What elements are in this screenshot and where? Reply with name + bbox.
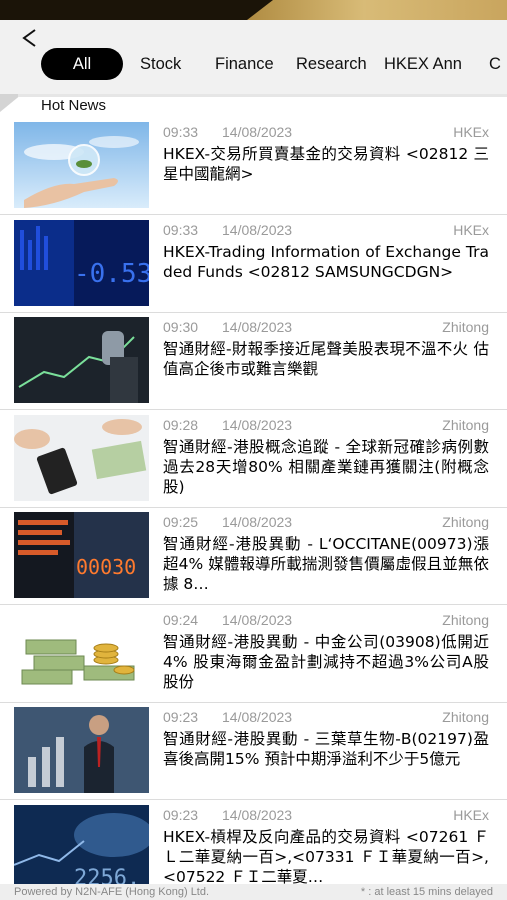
news-meta: 09:28 14/08/2023 Zhitong <box>163 417 489 435</box>
news-date: 14/08/2023 <box>222 806 293 823</box>
svg-text:-0.53: -0.53 <box>74 259 149 289</box>
section-title: Hot News <box>41 97 107 114</box>
news-source: Zhitong <box>442 319 489 335</box>
news-thumbnail <box>14 317 149 403</box>
news-title[interactable]: 智通財經-港股異動 - 中金公司(03908)低開近4% 股東海爾金盈計劃減持不… <box>163 632 489 692</box>
news-title[interactable]: HKEX-Trading Information of Exchange Tra… <box>163 242 489 282</box>
news-time: 09:30 <box>163 319 199 335</box>
news-time: 09:24 <box>163 611 199 628</box>
news-meta: 09:23 14/08/2023 HKEx <box>163 807 489 825</box>
news-thumbnail <box>14 707 149 793</box>
news-time: 09:33 <box>163 124 199 140</box>
news-meta: 09:24 14/08/2023 Zhitong <box>163 612 489 630</box>
news-item[interactable]: 09:33 14/08/2023 HKEx HKEX-交易所買賣基金的交易資料 <02… <box>0 118 507 215</box>
delay-note: * : at least 15 mins delayed <box>360 886 493 898</box>
tab-finance[interactable]: Finance <box>215 48 274 80</box>
news-thumbnail: 00030 <box>14 512 149 598</box>
news-date: 14/08/2023 <box>222 514 293 530</box>
news-title[interactable]: 智通財經-財報季接近尾聲美股表現不溫不火 估值高企後市或難言樂觀 <box>163 339 489 379</box>
svg-text:2256.: 2256. <box>74 866 140 885</box>
footer: Powered by N2N-AFE (Hong Kong) Ltd. * : … <box>0 884 507 900</box>
news-time: 09:33 <box>163 221 199 238</box>
news-title[interactable]: 智通財經-港股異動 - 三葉草生物-B(02197)盈喜後高開15% 預計中期淨… <box>163 729 489 769</box>
news-date: 14/08/2023 <box>222 221 293 238</box>
news-meta: 09:33 14/08/2023 HKEx <box>163 124 489 142</box>
category-tabs: All Stock Finance Research HKEX Ann C <box>0 48 507 84</box>
news-source: Zhitong <box>442 611 489 628</box>
news-item[interactable]: 2256. 09:23 14/08/2023 HKEx HKEX-槓桿及反向產品的交易資… <box>0 801 507 885</box>
news-title[interactable]: HKEX-槓桿及反向產品的交易資料 <07261 ＦＬ二華夏納一百>,<0733… <box>163 827 489 885</box>
news-title[interactable]: HKEX-交易所買賣基金的交易資料 <02812 三星中國龍網> <box>163 144 489 184</box>
news-thumbnail <box>14 414 149 501</box>
news-meta: 09:25 14/08/2023 Zhitong <box>163 514 489 532</box>
status-bar <box>0 0 507 20</box>
news-thumbnail: -0.53 <box>14 219 149 306</box>
news-time: 09:28 <box>163 416 199 433</box>
news-item[interactable]: -0.53 09:33 14/08/2023 HKEx HKEX-Trading Inf… <box>0 216 507 313</box>
news-date: 14/08/2023 <box>222 319 293 335</box>
tab-research[interactable]: Research <box>296 48 367 80</box>
tab-hkex-ann[interactable]: HKEX Ann <box>384 48 462 80</box>
news-title[interactable]: 智通財經-港股異動 - L‘OCCITANE(00973)漲超4% 媒體報導所載… <box>163 534 489 594</box>
nav-bar: All Stock Finance Research HKEX Ann C <box>0 20 507 94</box>
tab-more[interactable]: C <box>489 48 501 80</box>
news-meta: 09:33 14/08/2023 HKEx <box>163 222 489 240</box>
news-thumbnail: 2256. <box>14 804 149 885</box>
powered-by-text: Powered by N2N-AFE (Hong Kong) Ltd. <box>14 886 210 898</box>
news-meta: 09:23 14/08/2023 Zhitong <box>163 709 489 727</box>
news-meta: 09:30 14/08/2023 Zhitong <box>163 319 489 337</box>
tab-all[interactable]: All <box>41 48 123 80</box>
news-source: HKEx <box>453 806 489 823</box>
news-item[interactable]: 00030 09:25 14/08/2023 Zhitong 智通財經-港股異動 - L… <box>0 508 507 605</box>
news-item[interactable]: 09:24 14/08/2023 Zhitong 智通財經-港股異動 - 中金公司(0… <box>0 606 507 703</box>
news-date: 14/08/2023 <box>222 611 293 628</box>
svg-text:00030: 00030 <box>76 555 136 579</box>
news-date: 14/08/2023 <box>222 416 293 433</box>
news-time: 09:23 <box>163 709 199 725</box>
news-item[interactable]: 09:28 14/08/2023 Zhitong 智通財經-港股概念追蹤 - 全球新冠… <box>0 411 507 508</box>
news-title[interactable]: 智通財經-港股概念追蹤 - 全球新冠確診病例數過去28天增80% 相關產業鏈再獲… <box>163 437 489 497</box>
news-source: Zhitong <box>442 514 489 530</box>
news-source: HKEx <box>453 124 489 140</box>
tab-stock[interactable]: Stock <box>140 48 181 80</box>
news-thumbnail <box>14 122 149 208</box>
section-header: Hot News <box>0 94 507 118</box>
news-thumbnail <box>14 609 149 696</box>
brand-banner <box>247 0 507 20</box>
news-source: HKEx <box>453 221 489 238</box>
news-item[interactable]: 09:23 14/08/2023 Zhitong 智通財經-港股異動 - 三葉草生物-… <box>0 703 507 800</box>
news-date: 14/08/2023 <box>222 124 293 140</box>
news-list: 09:33 14/08/2023 HKEx HKEX-交易所買賣基金的交易資料 <02… <box>0 118 507 884</box>
news-source: Zhitong <box>442 709 489 725</box>
news-source: Zhitong <box>442 416 489 433</box>
news-item[interactable]: 09:30 14/08/2023 Zhitong 智通財經-財報季接近尾聲美股表現不溫… <box>0 313 507 410</box>
news-time: 09:23 <box>163 806 199 823</box>
news-time: 09:25 <box>163 514 199 530</box>
news-date: 14/08/2023 <box>222 709 293 725</box>
